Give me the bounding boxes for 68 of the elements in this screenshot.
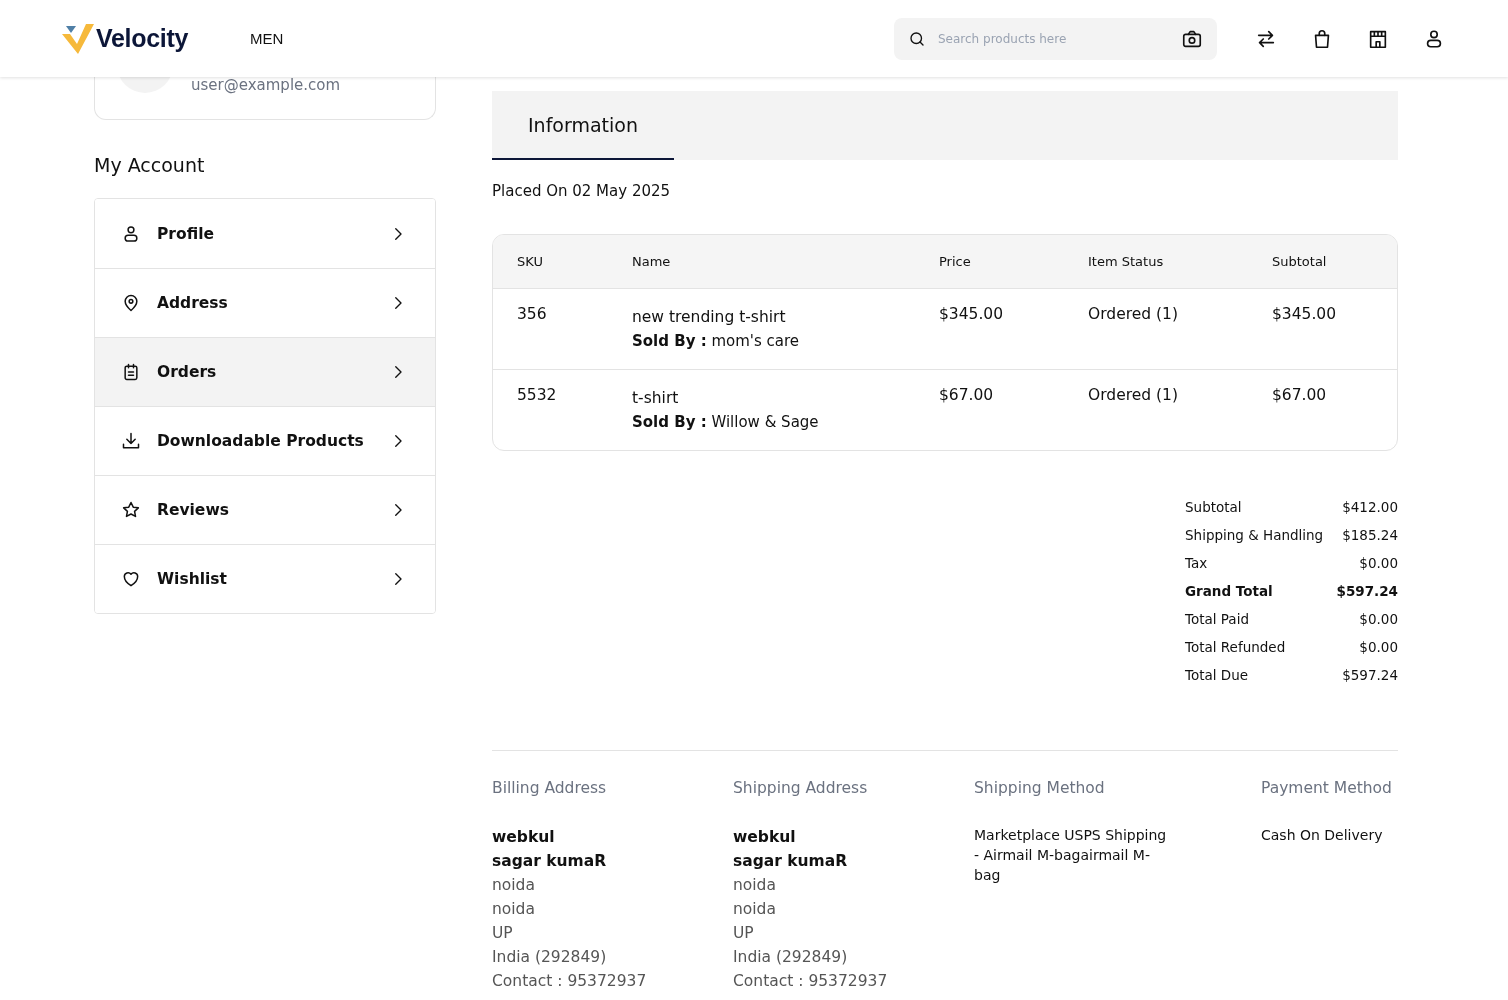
product-name: new trending t-shirt (632, 307, 787, 328)
column-header: Item Status (1088, 254, 1165, 269)
download-icon (121, 431, 141, 451)
table-cell-text: $345.00 (939, 305, 1005, 325)
address-line: noida (492, 899, 536, 920)
address-line: noida (733, 899, 777, 920)
table-cell-text: $67.00 (939, 386, 995, 406)
section-title: Billing Address (492, 779, 608, 797)
table-cell-text: 356 (517, 305, 548, 325)
total-label: Total Paid (1185, 611, 1249, 627)
total-label: Tax (1185, 555, 1208, 571)
address-line: UP (492, 923, 514, 944)
total-label: Subtotal (1185, 499, 1242, 515)
company-name: webkul (733, 827, 797, 848)
location-pin-icon (121, 293, 141, 313)
clipboard-icon (121, 362, 141, 382)
placed-date: Placed On 02 May 2025 (492, 182, 672, 200)
heart-icon (121, 569, 141, 589)
total-label: Grand Total (1185, 583, 1273, 599)
total-value: $0.00 (1359, 639, 1398, 655)
section-title: Shipping Method (974, 779, 1106, 797)
total-value: $597.24 (1342, 667, 1398, 683)
sidebar-item[interactable]: Wishlist (95, 544, 435, 613)
address-line: noida (733, 875, 777, 896)
column-header: Subtotal (1272, 254, 1328, 269)
section-title: Shipping Address (733, 779, 869, 797)
search-field[interactable]: Search products here (938, 17, 1169, 60)
address-line: India (292849) (733, 947, 849, 968)
total-value: $597.24 (1336, 583, 1398, 599)
logo-icon (62, 23, 94, 54)
sidebar-title: My Account (94, 154, 206, 176)
total-value: $0.00 (1359, 611, 1398, 627)
address-line: Contact : 95372937 (492, 971, 648, 992)
table-cell-text: Ordered (1) (1088, 386, 1179, 406)
table-cell-text: $345.00 (1272, 305, 1338, 325)
seller-text: Sold By : mom's care (632, 331, 801, 352)
method-text: Cash On Delivery (1261, 826, 1384, 845)
product-name: t-shirt (632, 388, 680, 409)
star-icon (121, 500, 141, 520)
logo-text[interactable]: Velocity (96, 24, 189, 53)
column-header: Name (632, 254, 672, 269)
address-line: noida (492, 875, 536, 896)
nav-link[interactable]: MEN (250, 30, 284, 47)
search-bar[interactable]: Search products here (894, 17, 1217, 60)
total-label: Shipping & Handling (1185, 527, 1324, 543)
search-icon (908, 29, 926, 48)
person-icon (121, 223, 141, 244)
address-line: UP (733, 923, 755, 944)
column-header: SKU (517, 254, 544, 269)
total-value: $185.24 (1342, 527, 1398, 543)
table-cell-text: 5532 (517, 386, 558, 406)
table-cell-text: $67.00 (1272, 386, 1328, 406)
address-line: India (292849) (492, 947, 608, 968)
customer-name: sagar kumaR (492, 851, 608, 872)
total-label: Total Refunded (1185, 639, 1286, 655)
method-text: Marketplace USPS Shipping - Airmail M-bagairmail M-bag (974, 826, 1168, 885)
user-email: user@example.com (191, 74, 341, 94)
total-value: $0.00 (1359, 555, 1398, 571)
company-name: webkul (492, 827, 556, 848)
total-label: Total Due (1185, 667, 1249, 683)
section-title: Payment Method (1261, 779, 1393, 797)
seller-text: Sold By : Willow & Sage (632, 412, 820, 433)
address-line: Contact : 95372937 (733, 971, 889, 992)
total-value: $412.00 (1342, 499, 1398, 515)
table-cell-text: Ordered (1) (1088, 305, 1179, 325)
sidebar-item[interactable]: Orders (95, 337, 435, 406)
customer-name: sagar kumaR (733, 851, 849, 872)
column-header: Price (939, 254, 972, 269)
